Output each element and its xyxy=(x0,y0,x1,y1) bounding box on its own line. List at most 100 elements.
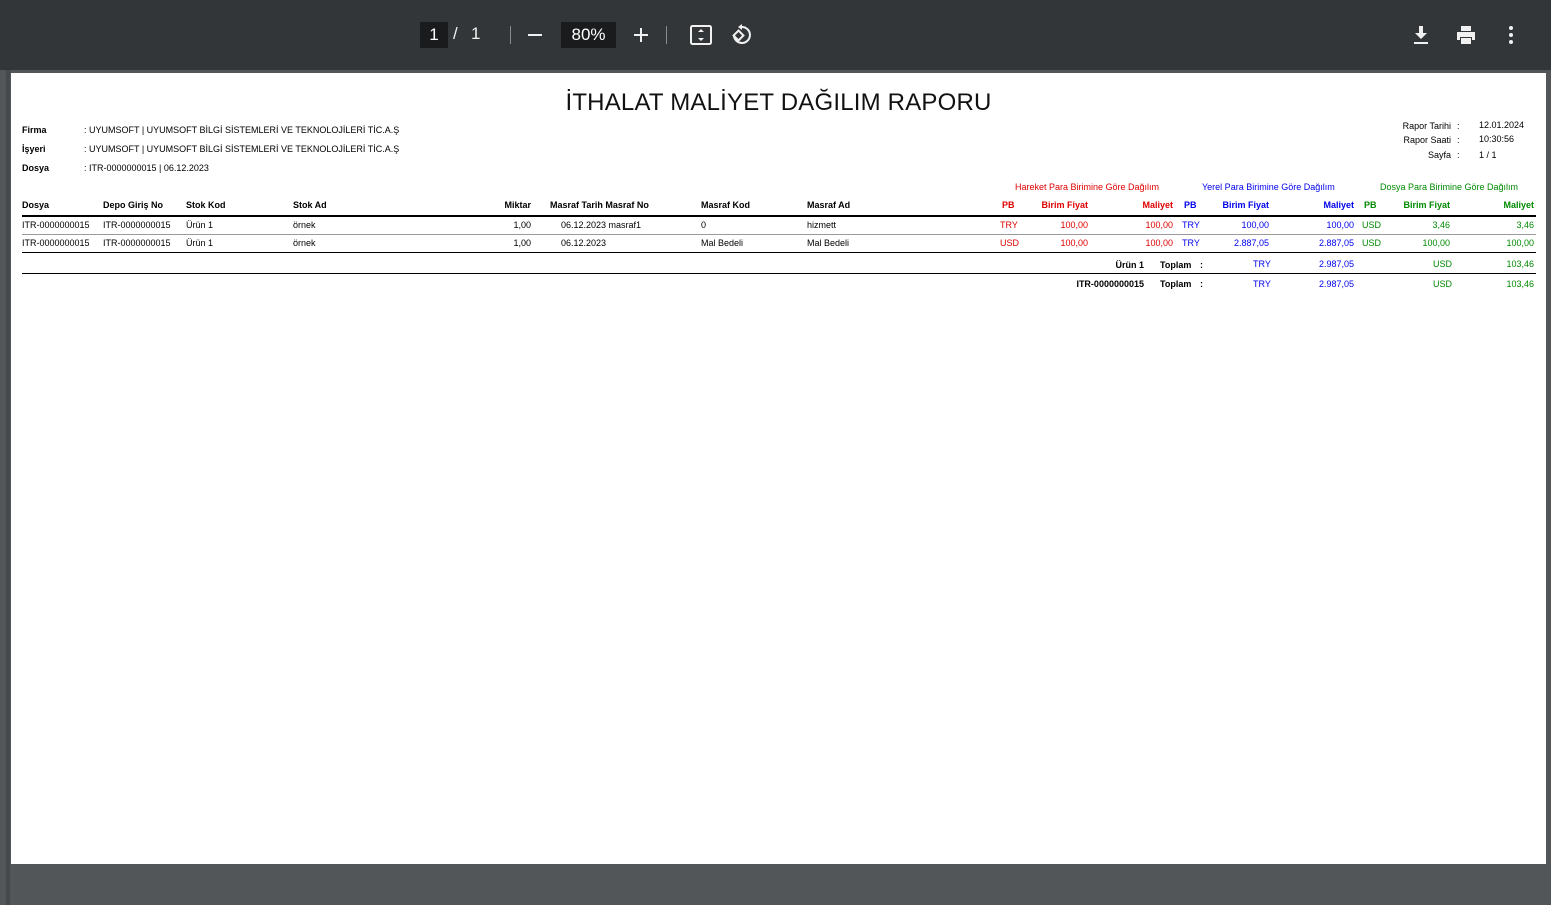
meta-colon: : xyxy=(1457,135,1460,145)
toolbar-divider xyxy=(666,26,667,44)
section-rule xyxy=(22,273,1536,274)
col-y-maliyet: Maliyet xyxy=(1323,200,1354,210)
isyeri-label: İşyeri xyxy=(22,144,46,154)
total-colon: : xyxy=(1200,279,1203,289)
rapor-saati-value: 10:30:56 xyxy=(1479,134,1515,144)
sayfa-label: Sayfa xyxy=(1427,150,1451,160)
cell-d-maliyet: 3,46 xyxy=(1516,220,1534,230)
print-button[interactable] xyxy=(1451,20,1481,50)
total-y-maliyet: 2.987,05 xyxy=(1318,279,1354,289)
dosya-value: : ITR-0000000015 | 06.12.2023 xyxy=(84,163,209,173)
cell-masraf: 06.12.2023 xyxy=(561,238,607,248)
total-d-pb: USD xyxy=(1433,259,1453,269)
firma-label: Firma xyxy=(22,125,47,135)
total-label: ITR-0000000015 xyxy=(1076,279,1144,289)
cell-dosya: ITR-0000000015 xyxy=(22,238,90,248)
cell-h-maliyet: 100,00 xyxy=(1145,220,1173,230)
cell-masraf: 06.12.2023 masraf1 xyxy=(561,220,642,230)
cell-masraf-ad: hizmett xyxy=(807,220,837,230)
download-button[interactable] xyxy=(1406,20,1436,50)
cell-d-birim: 100,00 xyxy=(1422,238,1450,248)
total-colon: : xyxy=(1200,260,1203,270)
col-d-birim-fiyat: Birim Fiyat xyxy=(1403,200,1450,210)
cell-h-birim: 100,00 xyxy=(1060,220,1088,230)
col-dosya: Dosya xyxy=(22,200,50,210)
cell-miktar: 1,00 xyxy=(513,238,531,248)
col-masraf-ad: Masraf Ad xyxy=(807,200,851,210)
cell-masraf-kod: Mal Bedeli xyxy=(701,238,744,248)
col-y-pb: PB xyxy=(1184,200,1197,210)
dosya-label: Dosya xyxy=(22,163,50,173)
col-h-maliyet: Maliyet xyxy=(1142,200,1173,210)
group-hareket: Hareket Para Birimine Göre Dağılım xyxy=(1015,182,1160,192)
pdf-page: İTHALAT MALİYET DAĞILIM RAPORU Firma : U… xyxy=(11,73,1546,864)
firma-value: : UYUMSOFT | UYUMSOFT BİLGİ SİSTEMLERİ V… xyxy=(84,125,400,135)
total-y-pb: TRY xyxy=(1253,279,1271,289)
page-shadow xyxy=(6,70,10,905)
col-h-birim-fiyat: Birim Fiyat xyxy=(1041,200,1088,210)
minus-icon xyxy=(528,34,542,36)
cell-h-birim: 100,00 xyxy=(1060,238,1088,248)
group-yerel: Yerel Para Birimine Göre Dağılım xyxy=(1202,182,1335,192)
cell-masraf-ad: Mal Bedeli xyxy=(807,238,850,248)
plus-icon xyxy=(634,28,648,42)
cell-y-birim: 2.887,05 xyxy=(1233,238,1269,248)
zoom-input[interactable]: 80% xyxy=(561,22,616,48)
cell-stok-kod: Ürün 1 xyxy=(186,220,214,230)
cell-y-pb: TRY xyxy=(1182,238,1200,248)
isyeri-value: : UYUMSOFT | UYUMSOFT BİLGİ SİSTEMLERİ V… xyxy=(84,144,400,154)
rapor-saati-label: Rapor Saati xyxy=(1403,135,1451,145)
cell-d-maliyet: 100,00 xyxy=(1506,238,1534,248)
col-depo-giris-no: Depo Giriş No xyxy=(103,200,164,210)
zoom-in-button[interactable] xyxy=(626,20,656,50)
more-vert-icon xyxy=(1509,26,1513,44)
cell-masraf-kod: 0 xyxy=(701,220,707,230)
col-stok-kod: Stok Kod xyxy=(186,200,226,210)
col-stok-ad: Stok Ad xyxy=(293,200,327,210)
cell-y-pb: TRY xyxy=(1182,220,1200,230)
download-icon xyxy=(1414,26,1428,44)
header-rule xyxy=(22,215,1536,217)
meta-colon: : xyxy=(1457,150,1460,160)
more-options-button[interactable] xyxy=(1496,20,1526,50)
cell-d-pb: USD xyxy=(1362,238,1382,248)
total-y-maliyet: 2.987,05 xyxy=(1318,259,1354,269)
cell-dosya: ITR-0000000015 xyxy=(22,220,90,230)
cell-h-pb: TRY xyxy=(1000,220,1018,230)
total-d-maliyet: 103,46 xyxy=(1506,259,1534,269)
page-number-input[interactable]: 1 xyxy=(420,22,448,48)
cell-y-birim: 100,00 xyxy=(1241,220,1269,230)
total-label: Ürün 1 xyxy=(1115,260,1144,270)
total-pages: 1 xyxy=(471,24,481,43)
rotate-button[interactable] xyxy=(726,20,756,50)
toolbar-divider xyxy=(510,26,511,44)
total-toplam: Toplam xyxy=(1160,260,1192,270)
group-dosya: Dosya Para Birimine Göre Dağılım xyxy=(1380,182,1519,192)
meta-colon: : xyxy=(1457,121,1460,131)
cell-stok-ad: örnek xyxy=(293,220,316,230)
cell-y-maliyet: 100,00 xyxy=(1326,220,1354,230)
section-rule xyxy=(22,252,1536,253)
col-miktar: Miktar xyxy=(504,200,531,210)
sayfa-value: 1 / 1 xyxy=(1479,150,1497,160)
col-h-pb: PB xyxy=(1002,200,1015,210)
row-divider xyxy=(22,234,1536,235)
total-d-pb: USD xyxy=(1433,279,1453,289)
col-masraf-tarih-no: Masraf Tarih Masraf No xyxy=(550,200,649,210)
col-masraf-kod: Masraf Kod xyxy=(701,200,751,210)
col-d-maliyet: Maliyet xyxy=(1503,200,1534,210)
total-toplam: Toplam xyxy=(1160,279,1192,289)
rotate-icon xyxy=(732,24,751,44)
page-separator: / xyxy=(453,24,458,43)
rapor-tarihi-label: Rapor Tarihi xyxy=(1402,121,1451,131)
cell-h-maliyet: 100,00 xyxy=(1145,238,1173,248)
cell-miktar: 1,00 xyxy=(513,220,531,230)
fit-page-icon xyxy=(690,25,712,45)
fit-page-button[interactable] xyxy=(686,20,716,50)
total-d-maliyet: 103,46 xyxy=(1506,279,1534,289)
col-d-pb: PB xyxy=(1364,200,1377,210)
zoom-out-button[interactable] xyxy=(520,20,550,50)
cell-stok-ad: örnek xyxy=(293,238,316,248)
col-y-birim-fiyat: Birim Fiyat xyxy=(1222,200,1269,210)
cell-d-pb: USD xyxy=(1362,220,1382,230)
